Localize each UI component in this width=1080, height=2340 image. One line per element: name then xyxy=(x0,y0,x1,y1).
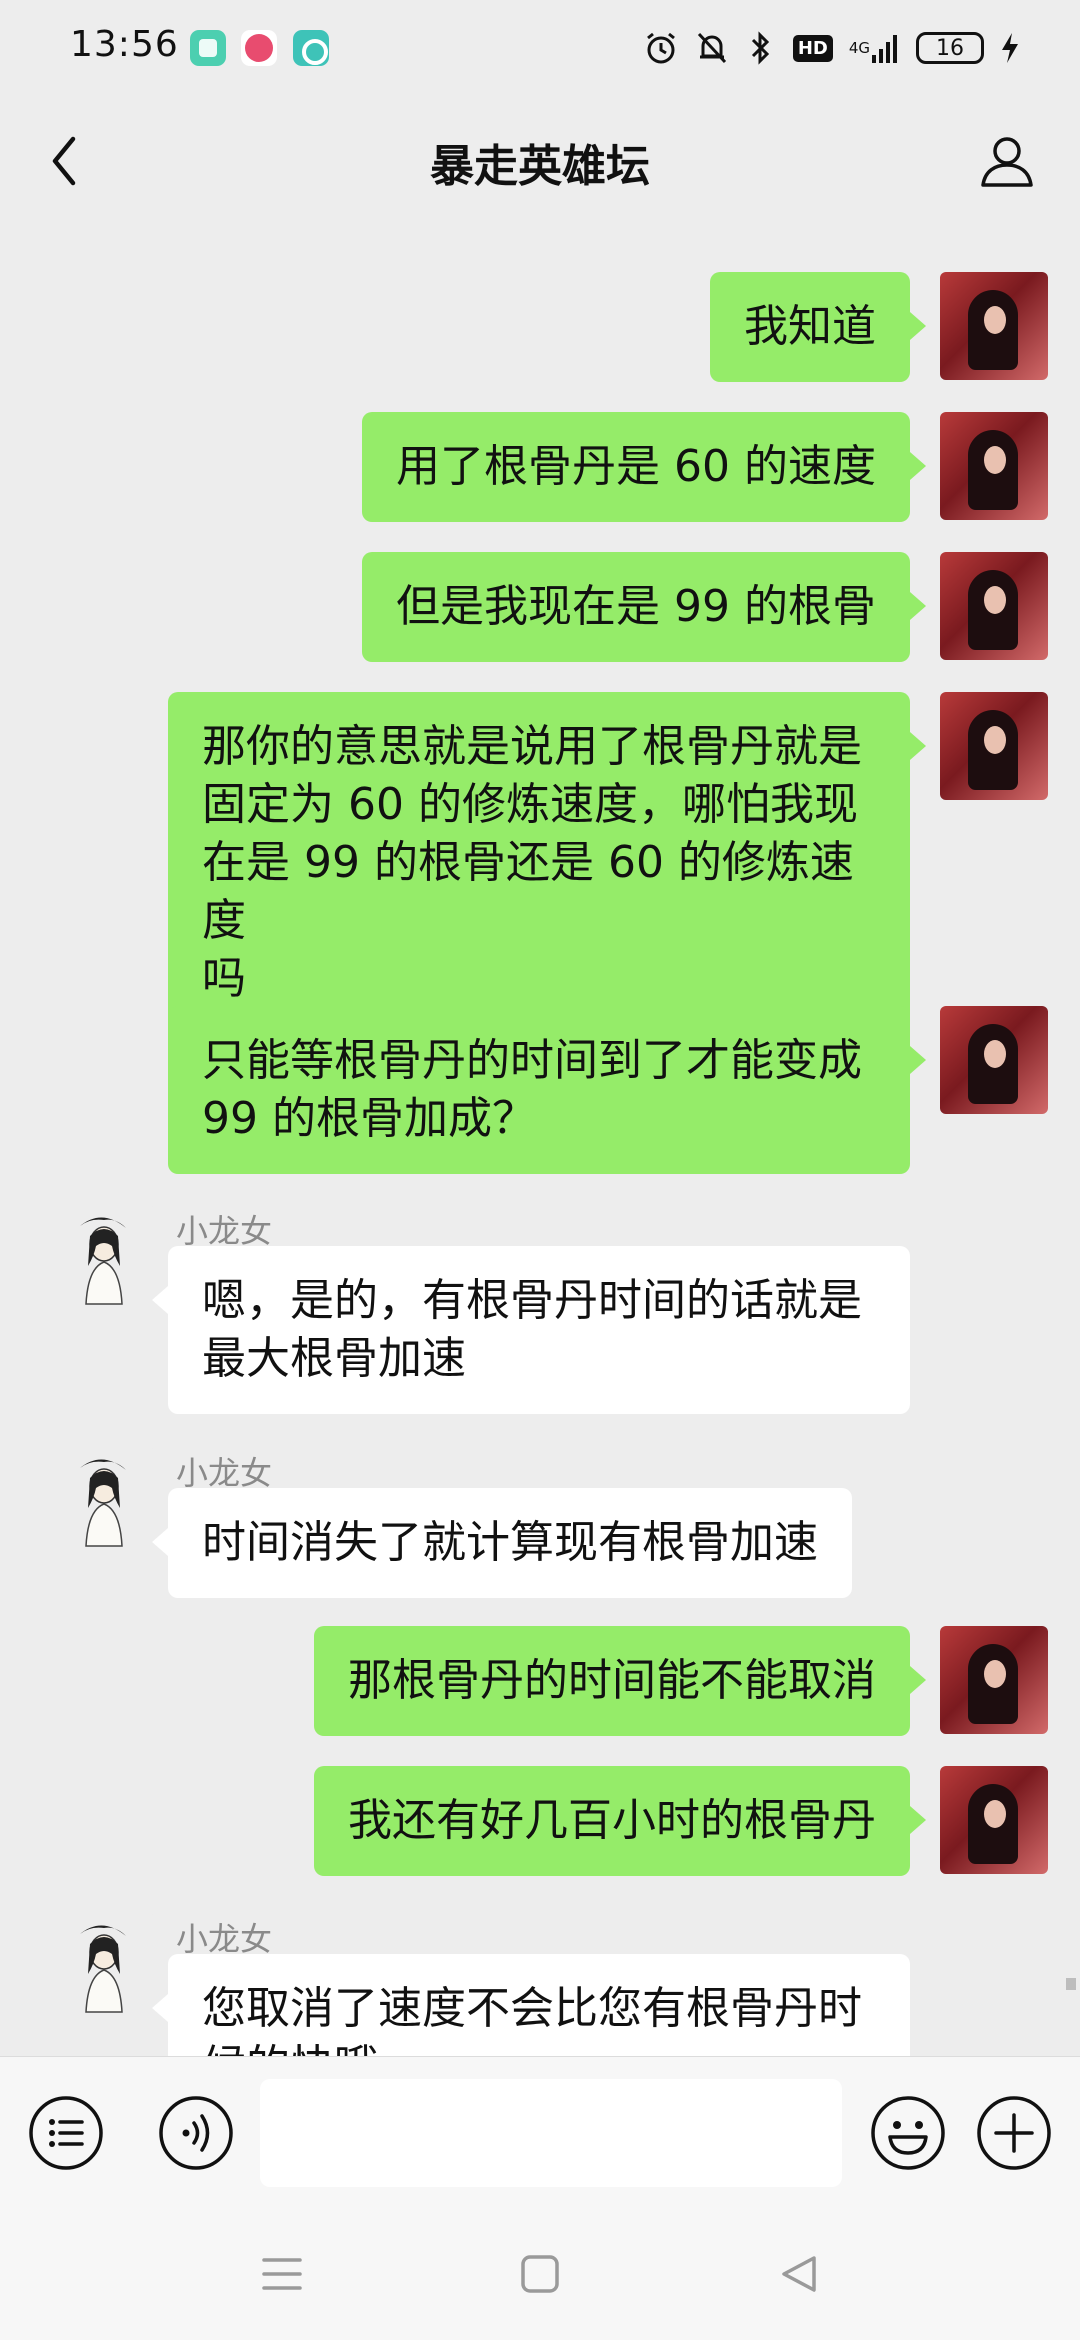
status-bar: 13:56 HD 4G 16 xyxy=(0,0,1080,96)
notification-app-icon xyxy=(190,30,226,66)
message-line: 嗯，是的，有根骨丹时间的话就是 xyxy=(202,1275,862,1326)
avatar-illustration xyxy=(80,1459,126,1547)
network-type: 4G xyxy=(848,39,870,57)
avatar-other[interactable] xyxy=(50,1914,158,2022)
charging-icon xyxy=(1000,31,1020,65)
back-triangle-icon xyxy=(782,2256,816,2292)
status-time: 13:56 xyxy=(70,24,179,65)
avatar-self[interactable] xyxy=(940,692,1048,800)
message-line: 固定为 60 的修炼速度，哪怕我现 xyxy=(202,779,858,830)
avatar-illustration xyxy=(80,1925,126,2013)
add-button[interactable] xyxy=(976,2095,1052,2171)
message-list[interactable]: 我知道 用了根骨丹是 60 的速度 但是我现在是 99 的根骨 那你的意思就是说… xyxy=(0,226,1080,2056)
status-icons: HD 4G 16 xyxy=(643,26,1020,70)
message-input[interactable] xyxy=(260,2079,842,2187)
message-text: 我知道 xyxy=(744,301,876,352)
home-button[interactable] xyxy=(510,2244,570,2304)
recent-apps-button[interactable] xyxy=(252,2244,312,2304)
avatar-self[interactable] xyxy=(940,1626,1048,1734)
message-bubble-self[interactable]: 那根骨丹的时间能不能取消 xyxy=(314,1626,926,1736)
bluetooth-icon xyxy=(745,30,777,66)
scrollbar-thumb[interactable] xyxy=(1066,1978,1076,1990)
message-text: 那根骨丹的时间能不能取消 xyxy=(348,1655,876,1706)
message-line: 99 的根骨加成？ xyxy=(202,1093,536,1144)
avatar-self[interactable] xyxy=(940,412,1048,520)
menu-button[interactable] xyxy=(28,2095,104,2171)
voice-button[interactable] xyxy=(158,2095,234,2171)
message-bubble-self[interactable]: 我还有好几百小时的根骨丹 xyxy=(314,1766,926,1876)
message-line: 候的快哦 xyxy=(202,2038,876,2056)
back-nav-button[interactable] xyxy=(768,2244,828,2304)
home-square-icon xyxy=(521,2255,559,2293)
message-bubble-other[interactable]: 嗯，是的，有根骨丹时间的话就是 最大根骨加速 xyxy=(152,1246,910,1414)
voice-icon xyxy=(159,2096,233,2170)
avatar-other[interactable] xyxy=(50,1206,158,1314)
list-icon xyxy=(29,2096,103,2170)
menu-lines-icon xyxy=(262,2258,302,2290)
message-bubble-other[interactable]: 您取消了速度不会比您有根骨丹时 候的快哦 xyxy=(152,1954,910,2056)
message-line: 只能等根骨丹的时间到了才能变成 xyxy=(202,1035,862,1086)
chat-header: 暴走英雄坛 xyxy=(0,96,1080,226)
message-bubble-other[interactable]: 时间消失了就计算现有根骨加速 xyxy=(152,1488,852,1598)
alarm-icon xyxy=(643,30,679,66)
system-nav-bar xyxy=(0,2208,1080,2340)
message-line: 最大根骨加速 xyxy=(202,1333,466,1384)
message-line: 吗 xyxy=(202,953,246,1004)
message-bubble-self[interactable]: 但是我现在是 99 的根骨 xyxy=(362,552,926,662)
message-line: 在是 99 的根骨还是 60 的修炼速度 xyxy=(202,837,854,946)
emoji-button[interactable] xyxy=(870,2095,946,2171)
avatar-other[interactable] xyxy=(50,1448,158,1556)
chat-info-button[interactable] xyxy=(972,126,1042,196)
avatar-self[interactable] xyxy=(940,272,1048,380)
notification-app-icon xyxy=(293,30,329,66)
message-bubble-self[interactable]: 我知道 xyxy=(710,272,926,382)
message-line: 那你的意思就是说用了根骨丹就是 xyxy=(202,721,862,772)
message-text: 但是我现在是 99 的根骨 xyxy=(396,581,876,632)
message-text: 用了根骨丹是 60 的速度 xyxy=(396,441,876,492)
message-bubble-self[interactable]: 那你的意思就是说用了根骨丹就是 固定为 60 的修炼速度，哪怕我现 在是 99 … xyxy=(168,692,926,1034)
message-text: 我还有好几百小时的根骨丹 xyxy=(348,1795,876,1846)
battery-indicator: 16 xyxy=(916,32,984,64)
plus-icon xyxy=(977,2096,1051,2170)
avatar-illustration xyxy=(80,1217,126,1305)
message-bubble-self[interactable]: 用了根骨丹是 60 的速度 xyxy=(362,412,926,522)
avatar-self[interactable] xyxy=(940,1006,1048,1114)
input-bar xyxy=(0,2056,1080,2208)
avatar-self[interactable] xyxy=(940,1766,1048,1874)
mute-bell-icon xyxy=(695,30,729,66)
message-line: 您取消了速度不会比您有根骨丹时 xyxy=(202,1983,862,2034)
chat-title: 暴走英雄坛 xyxy=(430,141,650,192)
signal-icon: 4G xyxy=(849,31,900,65)
hd-badge: HD xyxy=(792,34,833,62)
person-icon xyxy=(981,137,1033,187)
avatar-self[interactable] xyxy=(940,552,1048,660)
message-bubble-self[interactable]: 只能等根骨丹的时间到了才能变成 99 的根骨加成？ xyxy=(168,1006,926,1174)
notification-app-icon xyxy=(241,30,277,66)
message-text: 时间消失了就计算现有根骨加速 xyxy=(202,1517,818,1568)
emoji-icon xyxy=(871,2096,945,2170)
